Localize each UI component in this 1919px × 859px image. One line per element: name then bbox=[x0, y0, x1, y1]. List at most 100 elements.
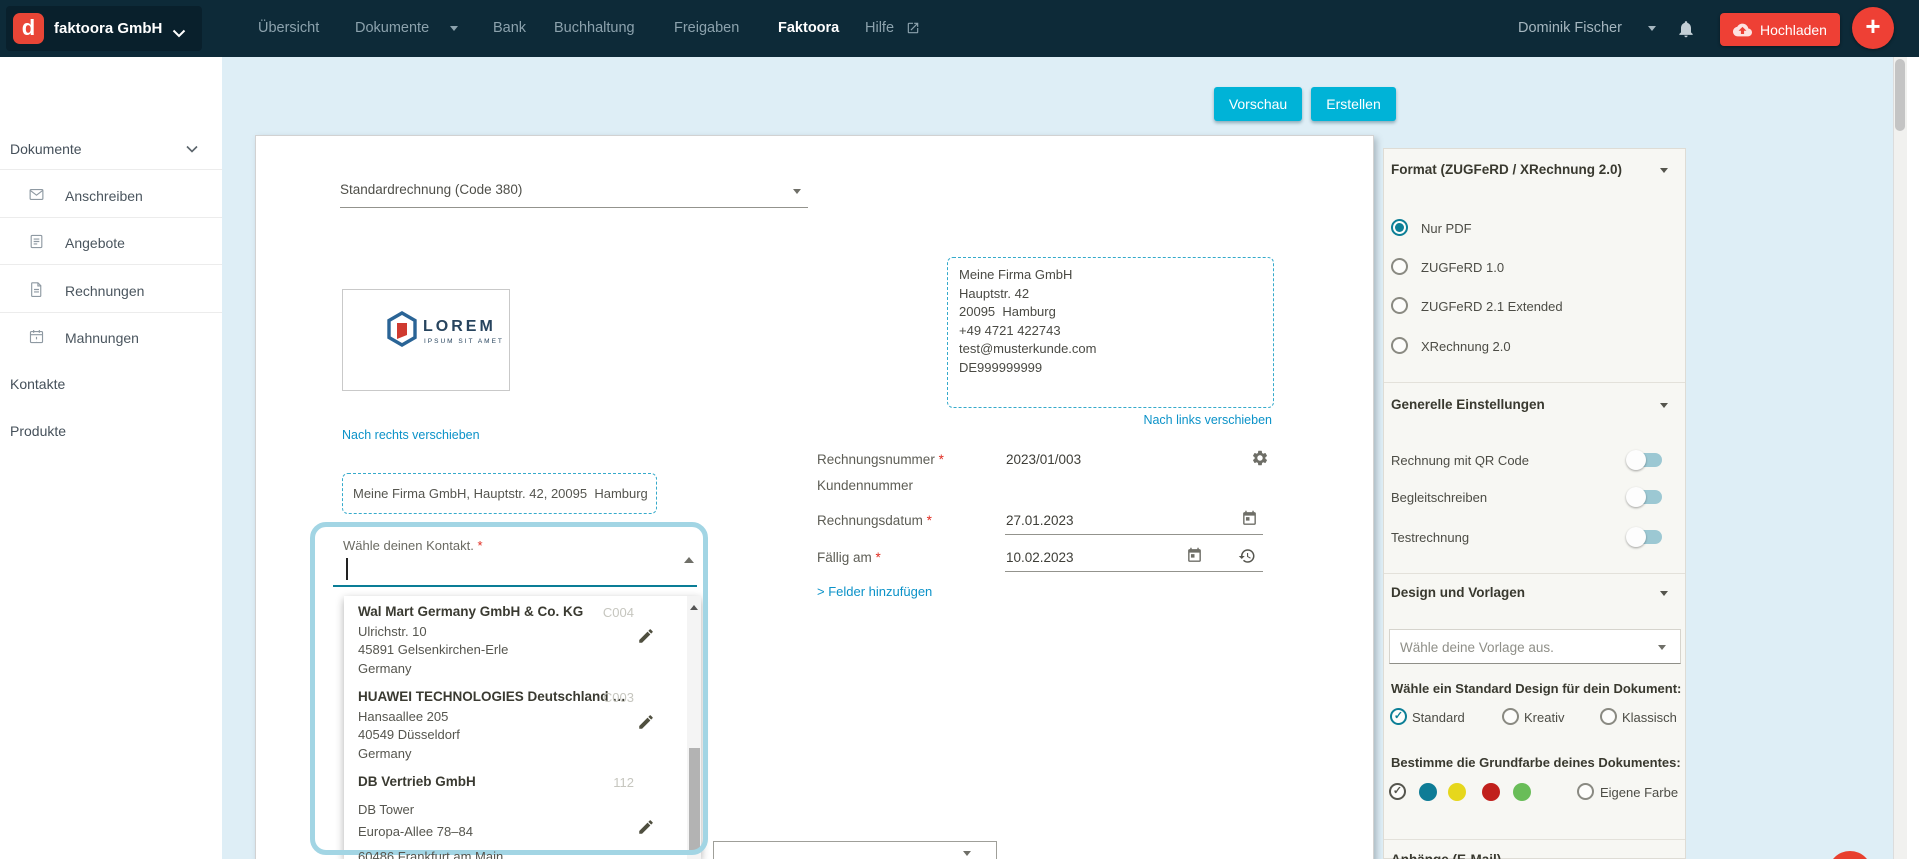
radio-zugferd-10[interactable] bbox=[1391, 258, 1408, 275]
sidebar-item-kontakte[interactable]: Kontakte bbox=[10, 376, 65, 392]
dropdown-scrollbar-thumb[interactable] bbox=[689, 748, 700, 853]
preview-button[interactable]: Vorschau bbox=[1214, 87, 1302, 121]
general-settings-title[interactable]: Generelle Einstellungen bbox=[1391, 397, 1545, 412]
radio-xrechnung-label[interactable]: XRechnung 2.0 bbox=[1421, 339, 1511, 354]
nav-uebersicht[interactable]: Übersicht bbox=[258, 0, 319, 57]
custom-color-radio[interactable] bbox=[1577, 783, 1594, 800]
due-date-value[interactable]: 10.02.2023 bbox=[1006, 550, 1074, 565]
company-name: faktoora GmbH bbox=[54, 6, 162, 51]
input-underline bbox=[333, 585, 697, 587]
contact-search-input[interactable] bbox=[333, 552, 697, 584]
color-swatch-green[interactable] bbox=[1513, 783, 1531, 801]
chevron-down-icon bbox=[793, 189, 801, 194]
edit-pencil-icon[interactable] bbox=[637, 713, 655, 731]
edit-pencil-icon[interactable] bbox=[637, 627, 655, 645]
upload-button[interactable]: Hochladen bbox=[1720, 13, 1840, 46]
toggle-testrechnung[interactable] bbox=[1628, 530, 1662, 544]
external-link-icon bbox=[906, 21, 920, 35]
page-scrollbar-thumb[interactable] bbox=[1895, 59, 1905, 131]
user-menu[interactable]: Dominik Fischer bbox=[1518, 0, 1622, 57]
design-standard-check[interactable] bbox=[1390, 708, 1407, 725]
design-standard-label[interactable]: Standard bbox=[1412, 710, 1465, 725]
calendar-icon[interactable] bbox=[1241, 510, 1258, 527]
sidebar-item-mahnungen[interactable]: Mahnungen bbox=[65, 330, 139, 346]
edit-pencil-icon[interactable] bbox=[637, 818, 655, 836]
own-address-block[interactable]: Meine Firma GmbH Hauptstr. 42 20095 Hamb… bbox=[947, 257, 1274, 408]
contact-address-line: 40549 Düsseldorf bbox=[358, 727, 460, 742]
design-kreativ-label[interactable]: Kreativ bbox=[1524, 710, 1564, 725]
color-swatch-teal[interactable] bbox=[1419, 783, 1437, 801]
page-scrollbar[interactable] bbox=[1893, 57, 1908, 859]
window-edge bbox=[1907, 57, 1919, 859]
chevron-down-icon bbox=[172, 29, 186, 38]
contact-name: Wal Mart Germany GmbH & Co. KG bbox=[358, 604, 583, 619]
contact-code: 112 bbox=[594, 775, 634, 790]
color-swatch-red[interactable] bbox=[1482, 783, 1500, 801]
floating-action-button[interactable] bbox=[1828, 851, 1872, 859]
invoice-date-label-text: Rechnungsdatum bbox=[817, 513, 923, 528]
toggle-test-invoice-label: Testrechnung bbox=[1391, 530, 1469, 545]
chevron-down-icon bbox=[1660, 168, 1668, 173]
toggle-begleitschreiben[interactable] bbox=[1628, 490, 1662, 504]
add-new-button[interactable]: + bbox=[1852, 7, 1894, 49]
company-logo-box[interactable]: LOREM IPSUM SIT AMET bbox=[342, 289, 510, 391]
history-clock-icon[interactable] bbox=[1238, 547, 1256, 565]
gear-icon[interactable] bbox=[1251, 449, 1269, 467]
design-kreativ-radio[interactable] bbox=[1502, 708, 1519, 725]
nav-freigaben[interactable]: Freigaben bbox=[674, 0, 739, 57]
contact-address-line: Hansaallee 205 bbox=[358, 709, 448, 724]
attachments-section-title[interactable]: Anhänge (E-Mail) bbox=[1391, 852, 1501, 859]
item-select-partial[interactable] bbox=[713, 841, 997, 859]
sender-line-block[interactable]: Meine Firma GmbH, Hauptstr. 42, 20095 Ha… bbox=[342, 473, 657, 514]
cloud-upload-icon bbox=[1733, 23, 1752, 37]
radio-nur-pdf[interactable] bbox=[1391, 219, 1408, 236]
required-asterisk: * bbox=[927, 513, 932, 528]
nav-dokumente[interactable]: Dokumente bbox=[355, 0, 429, 57]
color-swatch-yellow[interactable] bbox=[1448, 783, 1466, 801]
invoice-date-value[interactable]: 27.01.2023 bbox=[1006, 513, 1074, 528]
sidebar-item-produkte[interactable]: Produkte bbox=[10, 423, 66, 439]
move-address-left-link[interactable]: Nach links verschieben bbox=[1092, 413, 1272, 427]
envelope-icon bbox=[28, 186, 45, 203]
nav-buchhaltung[interactable]: Buchhaltung bbox=[554, 0, 635, 57]
contact-code: C003 bbox=[594, 690, 634, 705]
sidebar-item-anschreiben[interactable]: Anschreiben bbox=[65, 188, 143, 204]
nav-hilfe[interactable]: Hilfe bbox=[865, 0, 894, 57]
customer-number-input[interactable] bbox=[1005, 474, 1263, 496]
plus-icon: + bbox=[1865, 11, 1880, 42]
template-select-placeholder: Wähle deine Vorlage aus. bbox=[1400, 640, 1554, 655]
radio-xrechnung[interactable] bbox=[1391, 337, 1408, 354]
toggle-qr-code[interactable] bbox=[1628, 453, 1662, 467]
calendar-icon[interactable] bbox=[1186, 547, 1203, 564]
company-switcher[interactable]: d faktoora GmbH bbox=[6, 6, 202, 51]
nav-bank[interactable]: Bank bbox=[493, 0, 526, 57]
toggle-cover-letter-label: Begleitschreiben bbox=[1391, 490, 1487, 505]
template-select[interactable]: Wähle deine Vorlage aus. bbox=[1389, 629, 1681, 664]
custom-color-label[interactable]: Eigene Farbe bbox=[1600, 785, 1678, 800]
radio-zugferd-10-label[interactable]: ZUGFeRD 1.0 bbox=[1421, 260, 1504, 275]
scroll-up-arrow-icon[interactable] bbox=[690, 605, 698, 610]
contact-address-line: Germany bbox=[358, 661, 411, 676]
sidebar-section-dokumente[interactable]: Dokumente bbox=[10, 141, 82, 157]
move-logo-right-link[interactable]: Nach rechts verschieben bbox=[342, 428, 480, 442]
radio-nur-pdf-label[interactable]: Nur PDF bbox=[1421, 221, 1472, 236]
design-klassisch-label[interactable]: Klassisch bbox=[1622, 710, 1677, 725]
address-line: Hauptstr. 42 bbox=[959, 285, 1096, 304]
color-selected-check[interactable] bbox=[1389, 783, 1406, 800]
invoice-type-select[interactable]: Standardrechnung (Code 380) bbox=[340, 182, 522, 197]
contact-address-line: Ulrichstr. 10 bbox=[358, 624, 427, 639]
design-section-title[interactable]: Design und Vorlagen bbox=[1391, 585, 1525, 600]
radio-zugferd-21[interactable] bbox=[1391, 297, 1408, 314]
add-fields-link[interactable]: > Felder hinzufügen bbox=[817, 584, 932, 599]
contact-address-line: Europa-Allee 78–84 bbox=[358, 824, 473, 839]
design-klassisch-radio[interactable] bbox=[1600, 708, 1617, 725]
nav-faktoora[interactable]: Faktoora bbox=[778, 0, 839, 57]
create-button[interactable]: Erstellen bbox=[1311, 87, 1396, 121]
sidebar-item-rechnungen[interactable]: Rechnungen bbox=[65, 283, 144, 299]
format-section-title[interactable]: Format (ZUGFeRD / XRechnung 2.0) bbox=[1391, 162, 1622, 177]
radio-zugferd-21-label[interactable]: ZUGFeRD 2.1 Extended bbox=[1421, 299, 1563, 314]
divider bbox=[1005, 534, 1263, 535]
notifications-bell-icon[interactable] bbox=[1676, 18, 1696, 40]
divider bbox=[0, 169, 222, 170]
sidebar-item-angebote[interactable]: Angebote bbox=[65, 235, 125, 251]
